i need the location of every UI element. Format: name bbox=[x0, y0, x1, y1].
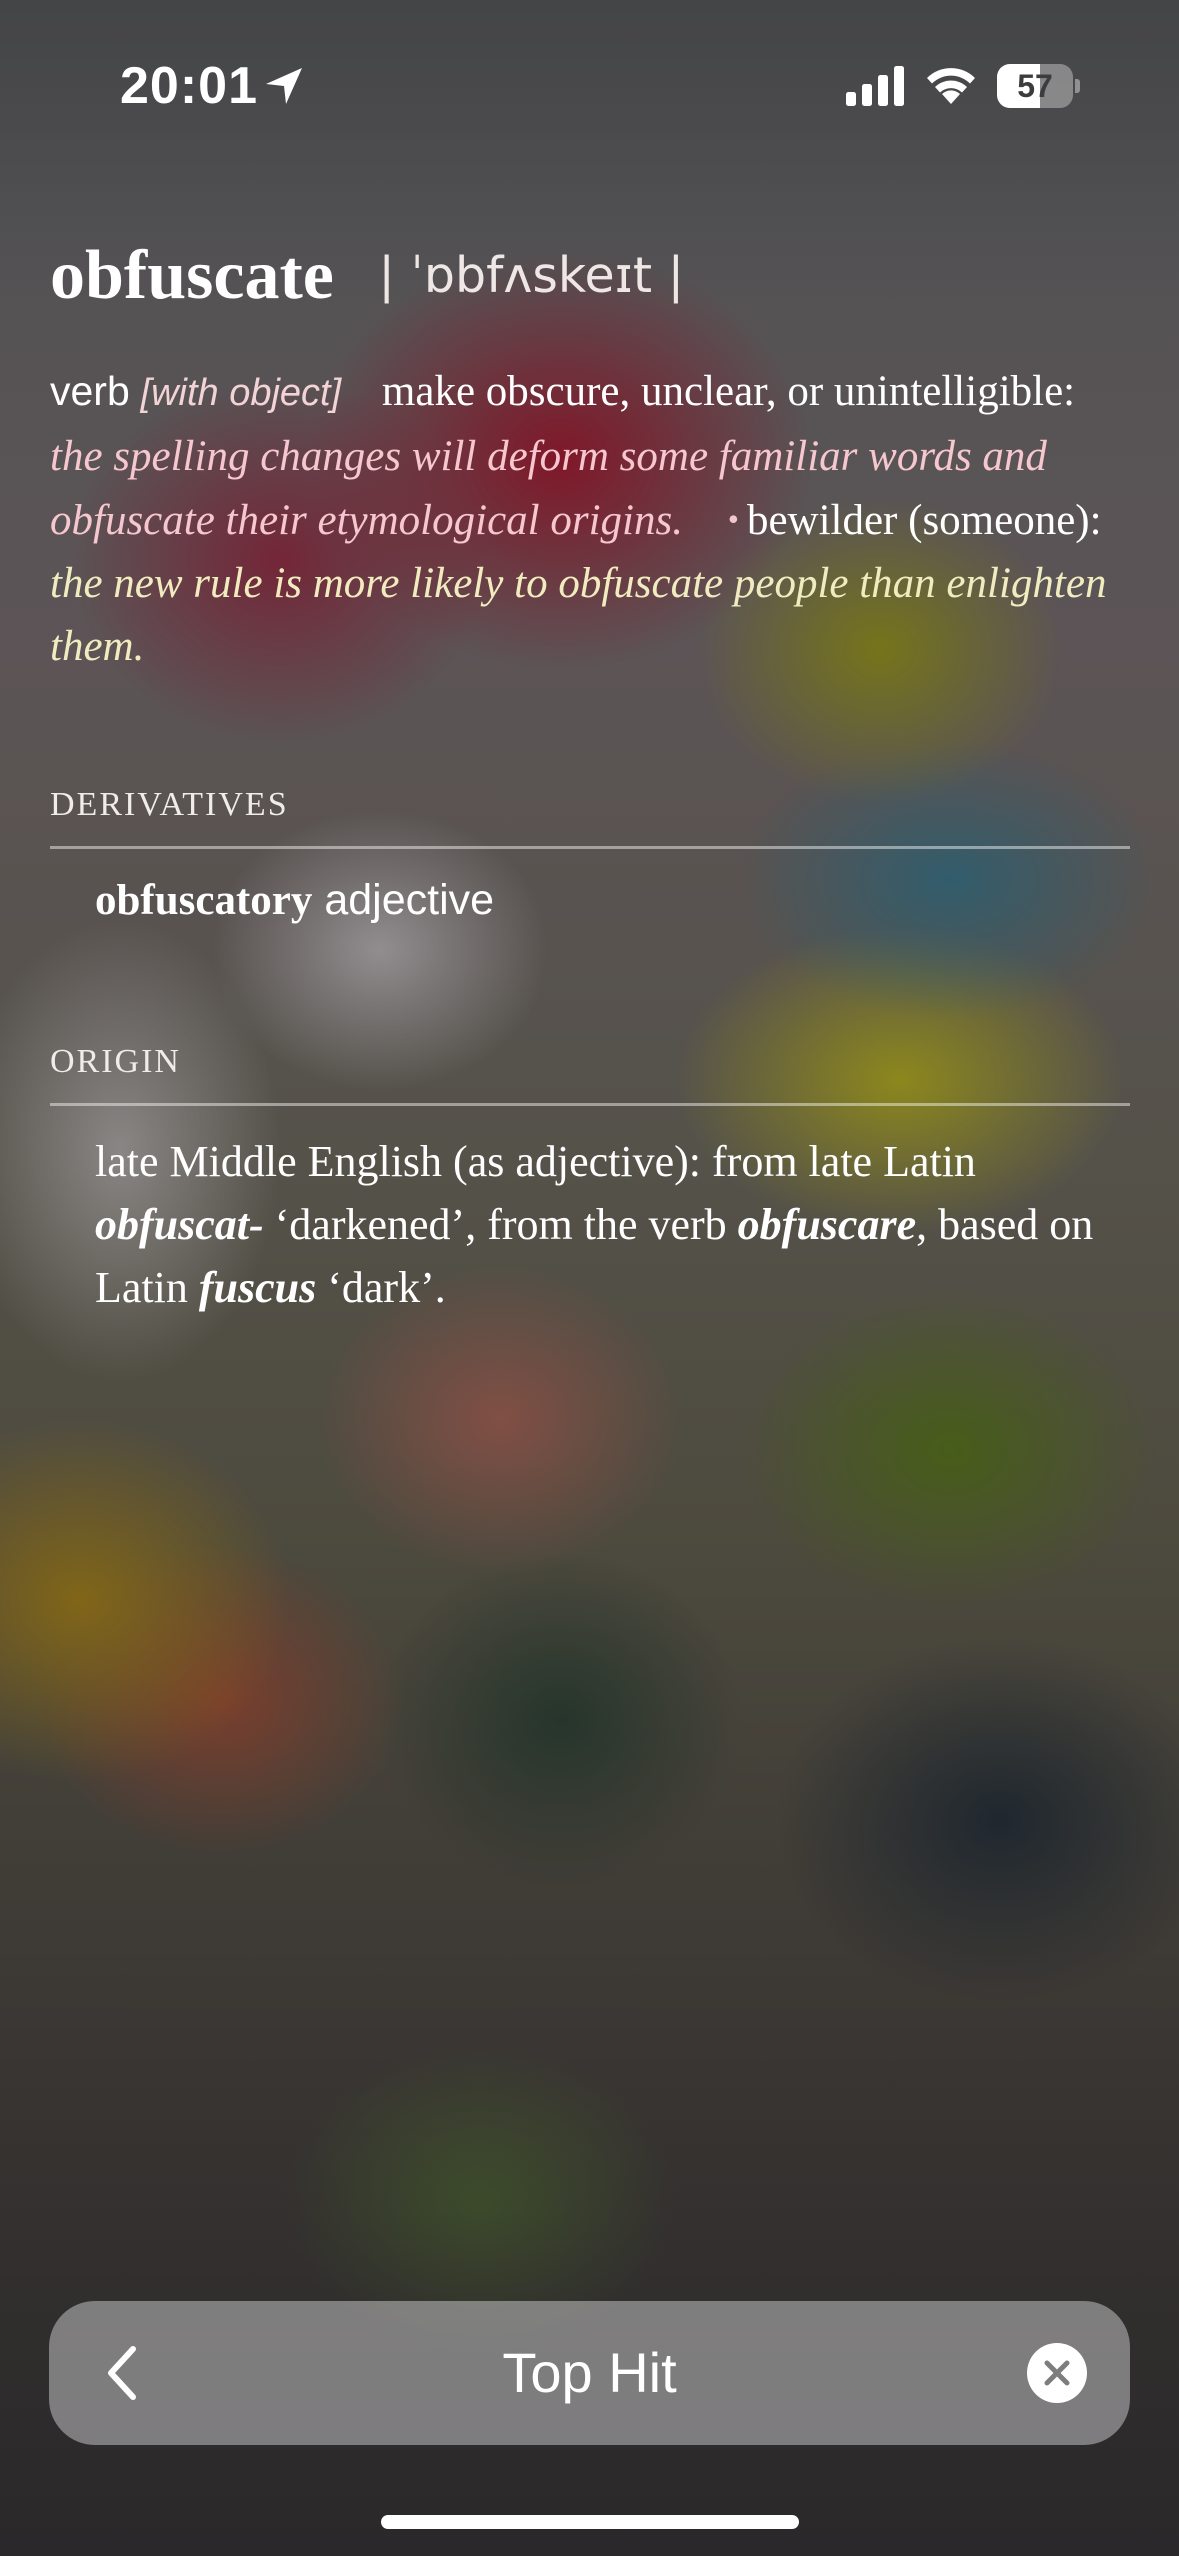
origin-text-part: ‘dark’. bbox=[327, 1263, 446, 1312]
bottom-search-bar: Top Hit bbox=[49, 2301, 1130, 2445]
origin-term: fuscus bbox=[198, 1263, 317, 1312]
definition-block: verb [with object] make obscure, unclear… bbox=[50, 360, 1130, 678]
origin-text-part: late Middle English (as adjective): from… bbox=[95, 1137, 976, 1186]
status-time: 20:01 bbox=[120, 57, 258, 115]
headword-row: obfuscate | ˈɒbfʌskeɪt | bbox=[50, 236, 684, 316]
sense-1-definition: make obscure, unclear, or unintelligible… bbox=[381, 368, 1076, 415]
battery-icon: 57 bbox=[997, 64, 1080, 108]
origin-term: obfuscare bbox=[737, 1200, 917, 1249]
battery-body: 57 bbox=[997, 64, 1073, 108]
wifi-icon bbox=[927, 68, 975, 104]
location-arrow-icon bbox=[266, 68, 302, 104]
headword: obfuscate bbox=[50, 237, 334, 314]
clear-circle-icon[interactable] bbox=[1027, 2343, 1087, 2403]
sense-2-definition: bewilder (someone): bbox=[746, 497, 1102, 544]
derivative-word: obfuscatory bbox=[95, 877, 313, 924]
origin-text-part: ‘darkened’, from the verb bbox=[274, 1200, 727, 1249]
derivatives-divider bbox=[50, 846, 1130, 849]
home-indicator[interactable] bbox=[381, 2515, 799, 2529]
origin-text-part: , bbox=[916, 1200, 928, 1249]
search-bar-title[interactable]: Top Hit bbox=[49, 2301, 1130, 2445]
derivative-item: obfuscatory adjective bbox=[95, 876, 494, 925]
part-of-speech: verb bbox=[50, 368, 130, 414]
battery-level: 57 bbox=[1017, 68, 1053, 104]
cellular-signal-icon bbox=[846, 66, 904, 106]
origin-divider bbox=[50, 1103, 1130, 1106]
sense-bullet: • bbox=[727, 501, 739, 537]
origin-text: late Middle English (as adjective): from… bbox=[95, 1130, 1155, 1319]
origin-term: obfuscat- bbox=[95, 1200, 264, 1249]
origin-heading: ORIGIN bbox=[50, 1043, 181, 1080]
status-bar: 20:01 57 bbox=[0, 0, 1179, 170]
pronunciation: | ˈɒbfʌskeɪt | bbox=[378, 247, 685, 304]
sense-2-example: the new rule is more likely to obfuscate… bbox=[50, 560, 1107, 670]
battery-tip bbox=[1075, 79, 1080, 93]
derivatives-heading: DERIVATIVES bbox=[50, 786, 289, 823]
grammar-note: [with object] bbox=[140, 372, 342, 414]
derivative-part-of-speech: adjective bbox=[324, 876, 495, 924]
